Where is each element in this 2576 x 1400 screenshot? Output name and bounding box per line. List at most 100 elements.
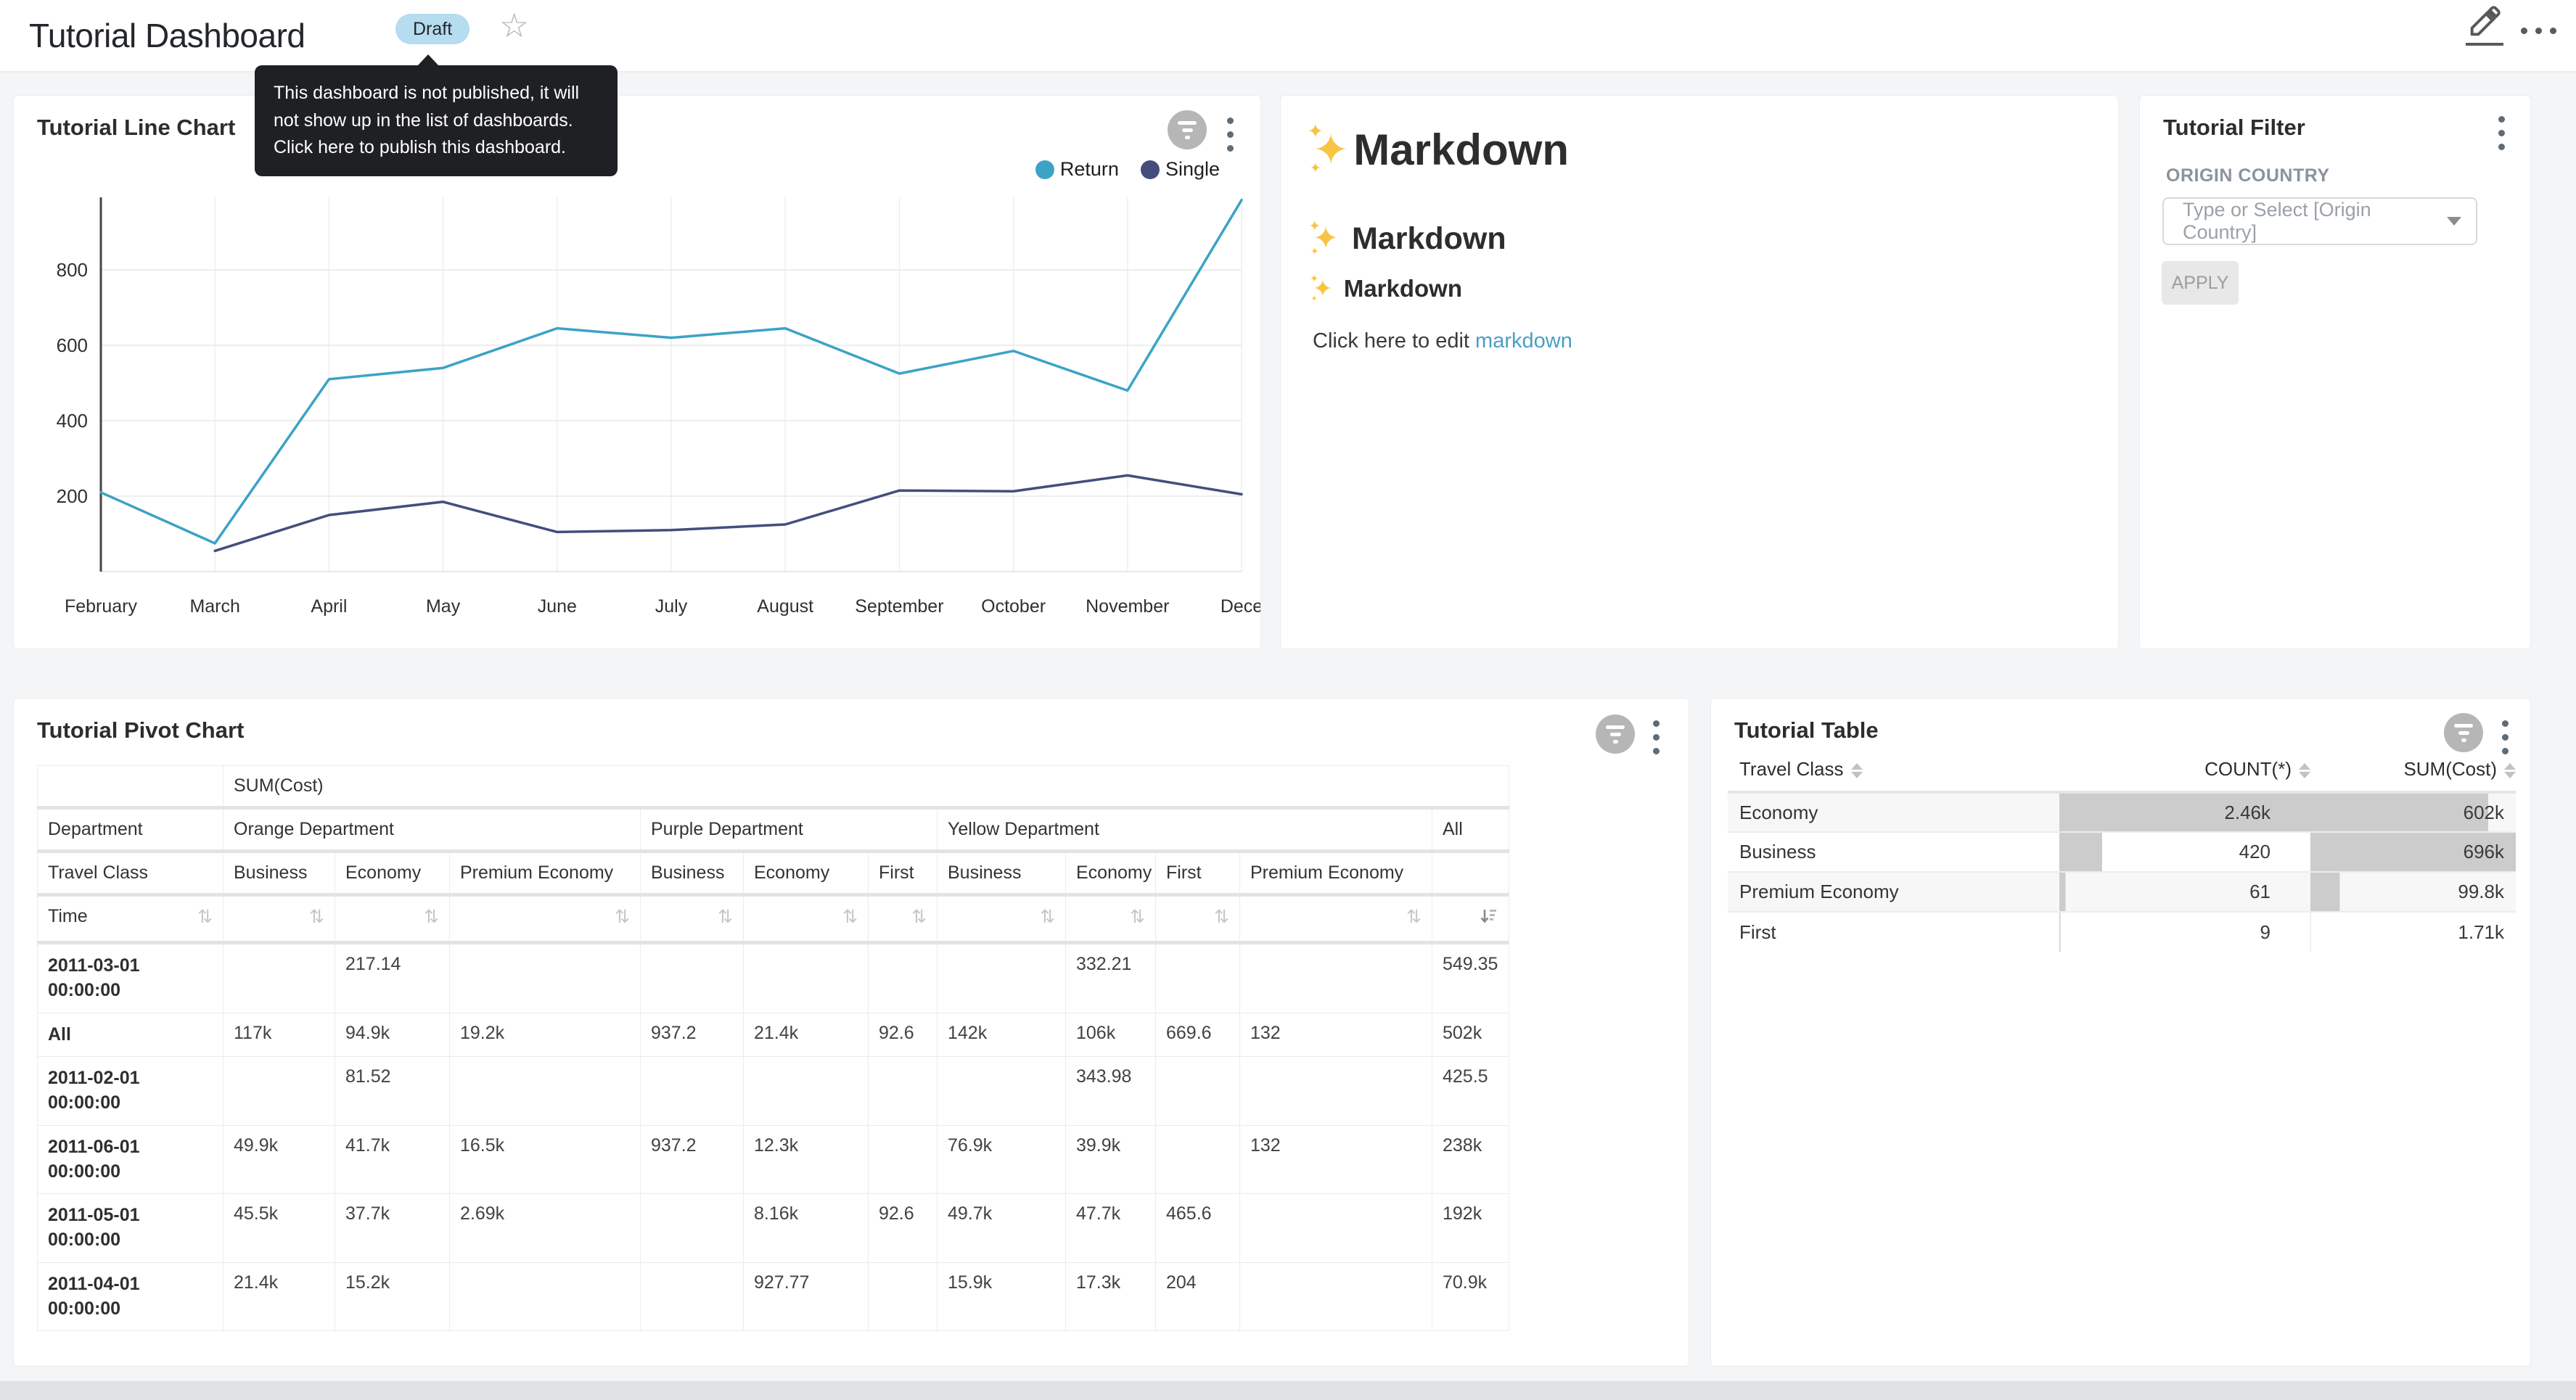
pivot-cell [223, 1057, 335, 1126]
pivot-class-header: Business [223, 852, 335, 895]
pivot-cell: 49.7k [938, 1194, 1066, 1263]
travel-class-cell: Business [1728, 832, 2059, 872]
sort-icon[interactable] [2299, 763, 2310, 778]
pivot-class-header: Economy [744, 852, 869, 895]
sort-icon[interactable] [1851, 763, 1863, 778]
svg-text:400: 400 [57, 410, 88, 432]
sum-cost-cell: 602k [2310, 792, 2516, 832]
pivot-row-header: 2011-02-01 00:00:00 [38, 1057, 223, 1126]
pivot-cell: 238k [1432, 1125, 1509, 1194]
pivot-class-header: First [1156, 852, 1240, 895]
pivot-cell: 92.6 [869, 1013, 938, 1057]
pivot-metric-row: SUM(Cost) [38, 766, 1509, 808]
pivot-class-header: First [869, 852, 938, 895]
sort-toggle-icon[interactable]: ⇅ [842, 906, 858, 927]
favorite-star-icon[interactable]: ☆ [499, 6, 529, 45]
pivot-cell: 92.6 [869, 1194, 938, 1263]
sort-icon[interactable] [2504, 763, 2516, 778]
pivot-group-header: Yellow Department [938, 808, 1432, 852]
pivot-cell: 343.98 [1066, 1057, 1156, 1126]
data-table: Travel Class COUNT(*) SUM(Cost) Economy2… [1728, 748, 2516, 952]
svg-text:600: 600 [57, 334, 88, 356]
pivot-cell: 132 [1240, 1013, 1432, 1057]
col-header-travel-class[interactable]: Travel Class [1728, 748, 2059, 792]
pivot-cell: 142k [938, 1013, 1066, 1057]
pivot-cell: 70.9k [1432, 1262, 1509, 1331]
col-header-sum-cost[interactable]: SUM(Cost) [2310, 748, 2516, 792]
sort-toggle-icon[interactable]: ⇅ [1406, 906, 1422, 927]
pivot-class-header [1432, 852, 1509, 895]
travel-class-cell: Premium Economy [1728, 872, 2059, 912]
filter-kebab-menu-icon[interactable] [2495, 113, 2508, 153]
pivot-cell: 132 [1240, 1125, 1432, 1194]
pivot-cell [1240, 1262, 1432, 1331]
sort-toggle-icon[interactable]: ⇅ [718, 906, 733, 927]
pivot-cell [1156, 943, 1240, 1013]
pivot-chart-title: Tutorial Pivot Chart [37, 717, 244, 744]
sort-toggle-icon[interactable]: ⇅ [197, 906, 213, 927]
edit-pencil-icon[interactable] [2464, 6, 2505, 46]
pivot-cell: 8.16k [744, 1194, 869, 1263]
pivot-cell: 45.5k [223, 1194, 335, 1263]
pivot-cell [450, 1262, 641, 1331]
edit-markdown-link[interactable]: markdown [1475, 329, 1572, 353]
sort-toggle-icon[interactable]: ⇅ [424, 906, 439, 927]
origin-country-select[interactable]: Type or Select [Origin Country] [2162, 197, 2477, 245]
pivot-class-row: Travel ClassBusinessEconomyPremium Econo… [38, 852, 1509, 895]
bottom-scroll-strip[interactable] [0, 1381, 2576, 1400]
svg-text:November: November [1086, 596, 1169, 617]
pivot-cell: 39.9k [1066, 1125, 1156, 1194]
pivot-table-wrap: SUM(Cost)DepartmentOrange DepartmentPurp… [37, 765, 1509, 1331]
sum-cost-cell: 99.8k [2310, 872, 2516, 912]
apply-button[interactable]: APPLY [2162, 261, 2239, 305]
pivot-cell [641, 1262, 744, 1331]
pivot-row-header: 2011-05-01 00:00:00 [38, 1194, 223, 1263]
table-row: First91.71k [1728, 912, 2516, 952]
pivot-cell [641, 1194, 744, 1263]
sort-toggle-icon[interactable]: ⇅ [1130, 906, 1145, 927]
sort-toggle-icon[interactable]: ⇅ [309, 906, 324, 927]
draft-badge[interactable]: Draft [395, 14, 469, 44]
chevron-down-icon [2447, 217, 2461, 226]
dashboard-header: Tutorial Dashboard Draft ☆ [0, 0, 2576, 73]
header-ellipsis-menu-icon[interactable] [2521, 28, 2556, 34]
pivot-cell [1240, 1194, 1432, 1263]
pivot-cell [1240, 1057, 1432, 1126]
markdown-h2: ✦✦✦ Markdown [1313, 221, 1506, 257]
svg-text:Dece: Dece [1221, 596, 1260, 617]
pivot-cell: 49.9k [223, 1125, 335, 1194]
sort-toggle-icon[interactable]: ⇅ [1040, 906, 1055, 927]
pivot-row-header: 2011-03-01 00:00:00 [38, 943, 223, 1013]
svg-text:August: August [757, 596, 813, 617]
pivot-cell: 937.2 [641, 1013, 744, 1057]
pivot-row-header: All [38, 1013, 223, 1057]
pivot-department-row: DepartmentOrange DepartmentPurple Depart… [38, 808, 1509, 852]
applied-filter-icon[interactable] [2444, 713, 2483, 752]
sort-toggle-icon[interactable]: ⇅ [615, 906, 630, 927]
svg-text:March: March [189, 596, 239, 617]
pivot-cell: 21.4k [744, 1013, 869, 1057]
pivot-cell: 192k [1432, 1194, 1509, 1263]
pivot-cell [1240, 943, 1432, 1013]
svg-text:September: September [855, 596, 943, 617]
pivot-kebab-menu-icon[interactable] [1650, 717, 1662, 757]
svg-text:May: May [426, 596, 461, 617]
pivot-cell: 12.3k [744, 1125, 869, 1194]
pivot-cell [450, 1057, 641, 1126]
line-chart-card: Tutorial Line Chart ReturnSingle 2004006… [13, 95, 1261, 649]
col-header-count[interactable]: COUNT(*) [2059, 748, 2310, 792]
pivot-cell [744, 1057, 869, 1126]
pivot-group-header: All [1432, 808, 1509, 852]
table-card: Tutorial Table Travel Class COUNT(*) SUM… [1710, 698, 2531, 1367]
sort-toggle-icon[interactable]: ⇅ [911, 906, 927, 927]
sort-desc-icon[interactable] [1478, 906, 1498, 931]
pivot-cell: 81.52 [335, 1057, 450, 1126]
svg-text:800: 800 [57, 259, 88, 281]
pivot-cell: 16.5k [450, 1125, 641, 1194]
applied-filter-icon[interactable] [1596, 715, 1635, 754]
pivot-row-header: 2011-04-01 00:00:00 [38, 1262, 223, 1331]
pivot-cell: 465.6 [1156, 1194, 1240, 1263]
svg-text:200: 200 [57, 485, 88, 507]
markdown-paragraph: Click here to edit markdown [1313, 329, 1572, 353]
sort-toggle-icon[interactable]: ⇅ [1214, 906, 1229, 927]
